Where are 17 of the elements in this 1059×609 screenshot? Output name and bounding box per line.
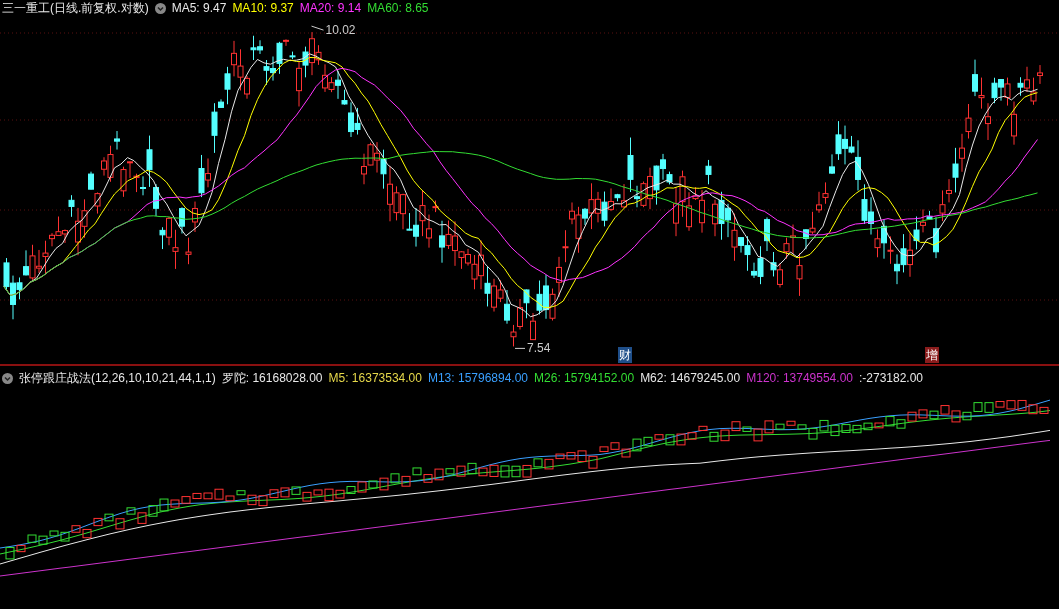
event-marker[interactable]: 增: [925, 347, 939, 363]
legend-value: 罗陀: 16168028.00: [221, 369, 323, 387]
indicator-title: 张停跟庄战法(12,26,10,10,21,44,1,1): [19, 369, 216, 387]
legend-value: MA20: 9.14: [299, 1, 362, 15]
legend-value: MA60: 8.65: [367, 1, 429, 15]
legend-value: M13: 15796894.00: [427, 371, 529, 385]
legend-value: :-273182.00: [859, 371, 924, 385]
legend-value: M5: 16373534.00: [328, 371, 422, 385]
chevron-down-icon[interactable]: [2, 372, 13, 384]
chevron-down-icon[interactable]: [154, 2, 166, 14]
legend-value: MA5: 9.47: [171, 1, 227, 15]
chart-title: 三一重工(日线.前复权.对数): [2, 0, 149, 17]
legend-value: M120: 13749554.00: [746, 371, 853, 385]
legend-value: M62: 14679245.00: [640, 371, 741, 385]
legend-value: MA10: 9.37: [232, 1, 294, 15]
event-marker[interactable]: 财: [618, 347, 632, 363]
legend-value: M26: 15794152.00: [534, 371, 635, 385]
